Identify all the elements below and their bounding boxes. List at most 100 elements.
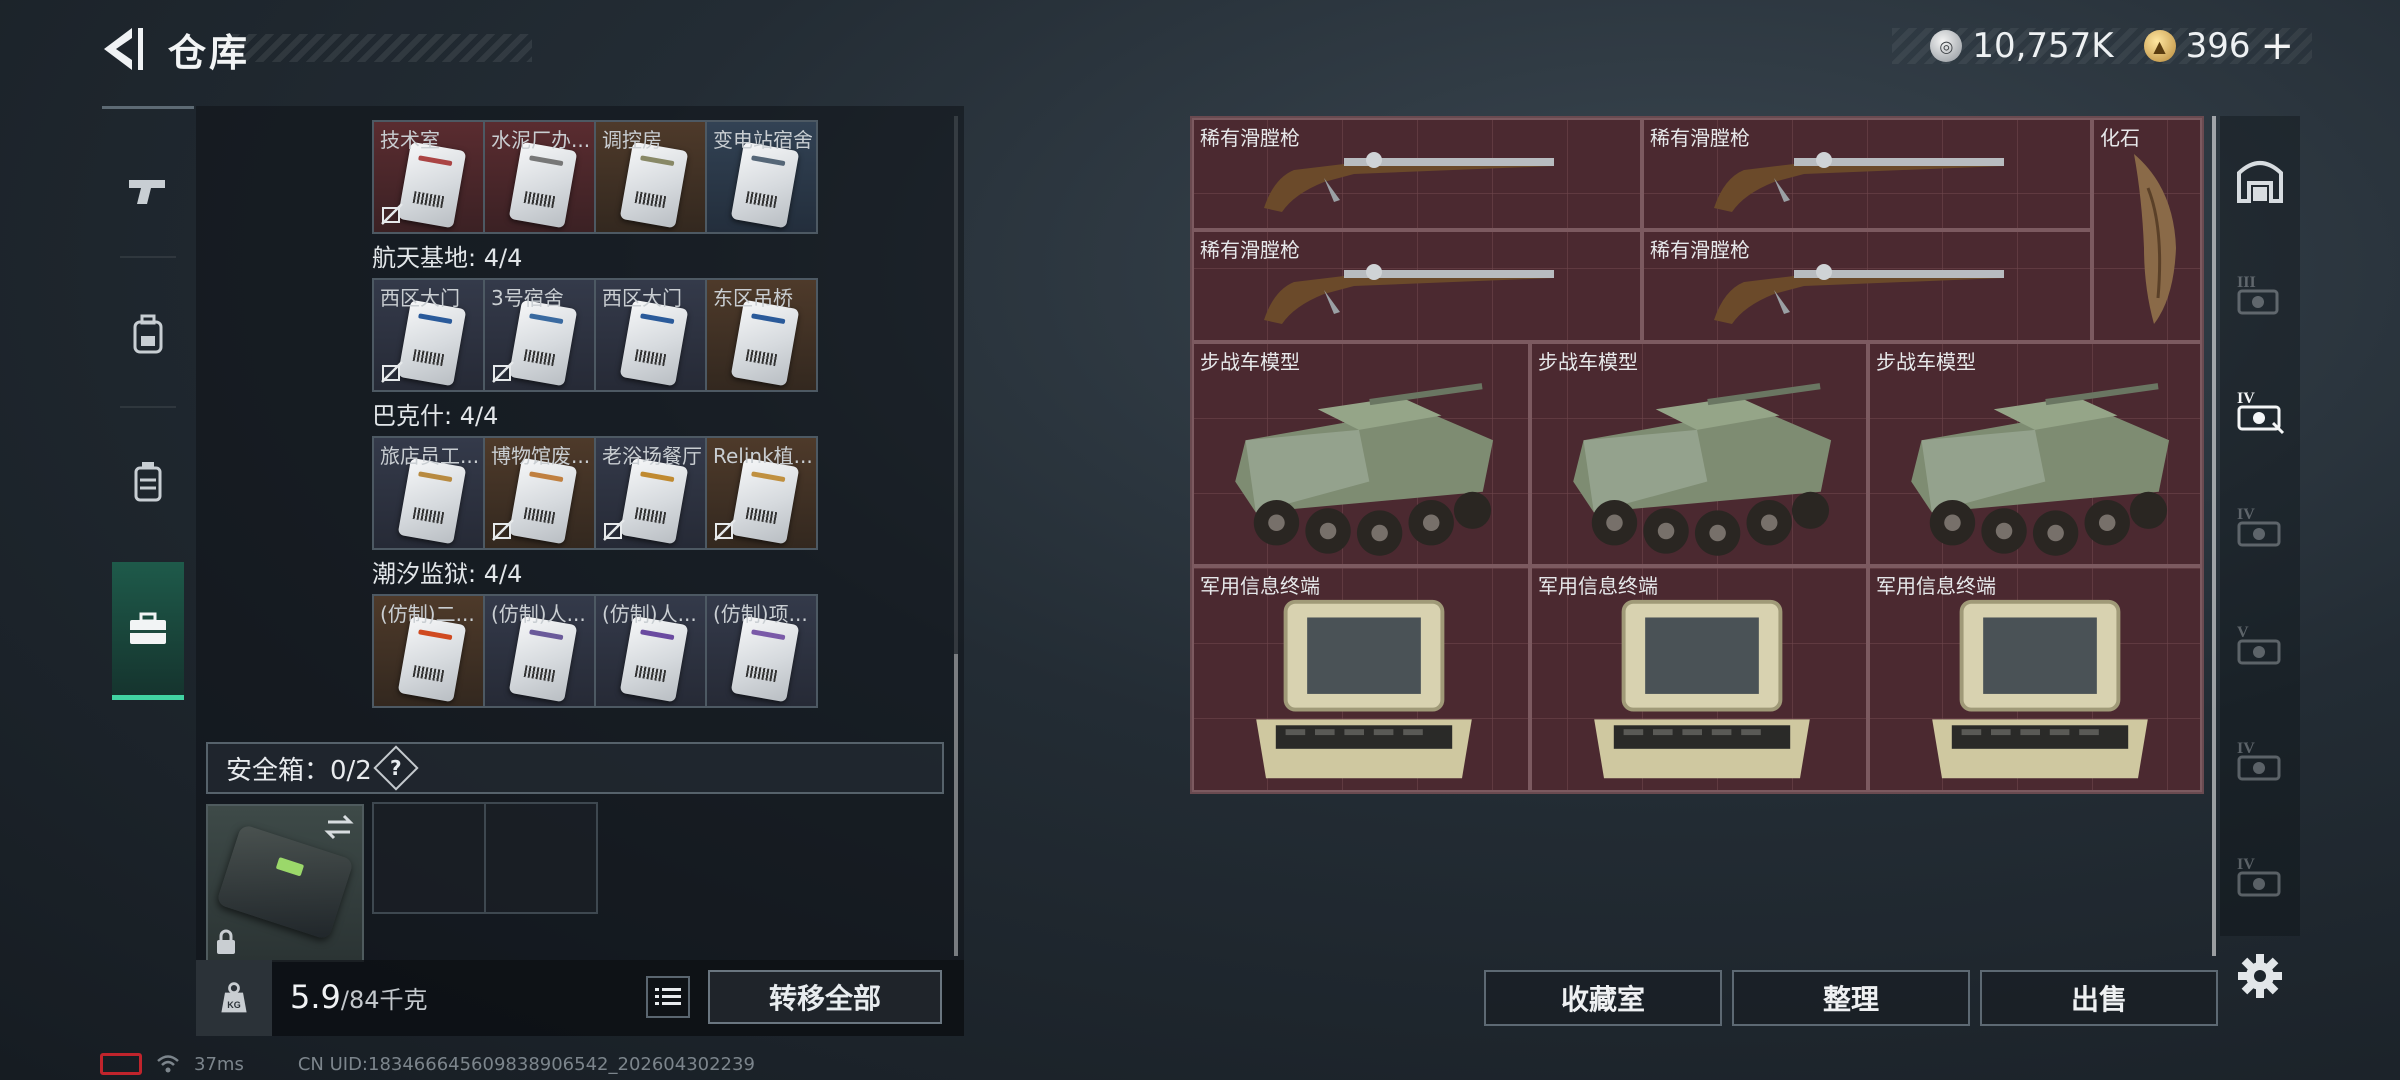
key-card-slot[interactable]: 技术室 [372,120,485,234]
no-drop-icon [602,518,626,542]
key-card-slot[interactable]: 水泥厂办... [483,120,596,234]
key-card-row: 技术室 水泥厂办... 调控房 变电站宿舍 [372,120,818,234]
stash-tab-4c[interactable]: IV [2230,730,2290,790]
uid-text: CN UID:18346664560983890654​2_2026043022… [297,1053,755,1075]
svg-text:IV: IV [2237,856,2255,873]
stash-item-terminal[interactable]: 军用信息终端 [1868,566,2202,792]
tab-separator [120,406,176,408]
key-card-slot[interactable]: 旅店员工... [372,436,485,550]
item-name: 步战车模型 [1200,350,1300,374]
ping-text: 37ms [194,1053,244,1075]
stash-tab-4b[interactable]: IV [2230,496,2290,556]
stash-item-fossil[interactable]: 化石 [2092,118,2202,342]
gold-currency-value: 396 [2185,26,2251,66]
weight-current: 5.9 [290,978,341,1016]
fossil-image [2134,154,2176,324]
terminal-image [1594,599,1810,779]
key-card-slot[interactable]: 调控房 [594,120,707,234]
key-card-slot[interactable]: (仿制)项... [705,594,818,708]
left-category-tabs [100,106,196,706]
tab-toolbox[interactable] [112,562,184,700]
swap-icon[interactable] [322,812,356,842]
stash-tab-main[interactable] [2230,150,2290,210]
item-name: 稀有滑膛枪 [1200,126,1300,150]
weight-icon: KG [196,960,272,1036]
svg-text:KG: KG [227,1000,241,1010]
no-drop-icon [491,518,515,542]
key-card-slot[interactable]: Relink植... [705,436,818,550]
toolbox-icon [130,612,166,644]
empty-slot[interactable] [486,804,596,912]
list-icon [655,988,681,1005]
musket-image [1714,264,2004,324]
stash-main-icon [2237,161,2283,203]
key-card-slot[interactable]: 老浴场餐厅 [594,436,707,550]
currency-bar: ◎ 10,757K ▲ 396 + [1892,26,2312,66]
key-card-name: 水泥厂办... [491,128,590,152]
tab-vest[interactable] [112,426,184,536]
stash-item-ifv[interactable]: 步战车模型 [1530,342,1868,566]
item-name: 军用信息终端 [1200,574,1320,598]
add-currency-button[interactable]: + [2260,26,2294,66]
stash-item-musket[interactable]: 稀有滑膛枪 [1642,230,2092,342]
key-card-name: (仿制)二... [380,602,475,626]
key-card-slot[interactable]: 3号宿舍 [483,278,596,392]
stash-iii-icon: III [2237,274,2279,315]
settings-button[interactable] [2236,952,2284,1000]
stash-item-musket[interactable]: 稀有滑膛枪 [1642,118,2092,230]
stash-tab-5[interactable]: V [2230,614,2290,674]
tab-backpack[interactable] [112,278,184,388]
keycard-image [730,141,800,229]
key-card-slot[interactable]: (仿制)人... [594,594,707,708]
sell-button[interactable]: 出售 [1980,970,2218,1026]
stash-scrollbar[interactable] [2212,116,2216,956]
safebox-slot[interactable] [206,804,364,962]
item-name: 稀有滑膛枪 [1650,126,1750,150]
key-card-name: (仿制)人... [602,602,697,626]
stash-tab-4-active[interactable]: IV [2230,380,2290,440]
stash-item-terminal[interactable]: 军用信息终端 [1530,566,1868,792]
stash-tab-4d[interactable]: IV [2230,846,2290,906]
key-card-row: (仿制)二... (仿制)人... (仿制)人... (仿制)项... [372,594,818,708]
empty-slot[interactable] [374,804,486,912]
key-card-slot[interactable]: 博物馆废... [483,436,596,550]
stash-v-icon: V [2237,624,2281,665]
keycard-image [397,615,467,703]
svg-text:IV: IV [2237,390,2255,407]
safebox-help-button[interactable]: ? [373,745,419,791]
key-card-slot[interactable]: 变电站宿舍 [705,120,818,234]
key-card-slot[interactable]: (仿制)人... [483,594,596,708]
stash-item-terminal[interactable]: 军用信息终端 [1192,566,1530,792]
tab-weapons[interactable] [112,136,184,246]
key-card-slot[interactable]: (仿制)二... [372,594,485,708]
key-card-name: 技术室 [380,128,440,152]
stash-item-musket[interactable]: 稀有滑膛枪 [1192,230,1642,342]
transfer-all-button[interactable]: 转移全部 [708,970,942,1024]
key-card-slot[interactable]: 西区大门 [372,278,485,392]
item-name: 稀有滑膛枪 [1650,238,1750,262]
stash-tab-3[interactable]: III [2230,264,2290,324]
musket-image [1264,152,1554,212]
container-scrollbar-thumb[interactable] [954,654,958,956]
silver-coin-icon: ◎ [1930,30,1963,62]
collection-room-button[interactable]: 收藏室 [1484,970,1722,1026]
key-card-slot[interactable]: 西区大门 [594,278,707,392]
key-card-slot[interactable]: 东区吊桥 [705,278,818,392]
sort-button[interactable]: 整理 [1732,970,1970,1026]
pistol-icon [129,180,165,204]
item-name: 军用信息终端 [1538,574,1658,598]
stash-page-tabs: III IV IV V IV IV [2220,116,2300,936]
key-card-name: 3号宿舍 [491,286,564,310]
key-card-name: 调控房 [602,128,662,152]
list-view-button[interactable] [646,976,690,1018]
key-card-name: 变电站宿舍 [713,128,812,152]
stash-item-ifv[interactable]: 步战车模型 [1192,342,1530,566]
key-group-label: 巴克什: 4/4 [372,402,499,430]
item-name: 军用信息终端 [1876,574,1996,598]
stash-item-ifv[interactable]: 步战车模型 [1868,342,2202,566]
help-label: ? [390,755,402,780]
battery-icon [100,1053,142,1075]
back-button[interactable] [98,22,148,76]
stash-item-musket[interactable]: 稀有滑膛枪 [1192,118,1642,230]
tabs-top-line [102,106,194,109]
